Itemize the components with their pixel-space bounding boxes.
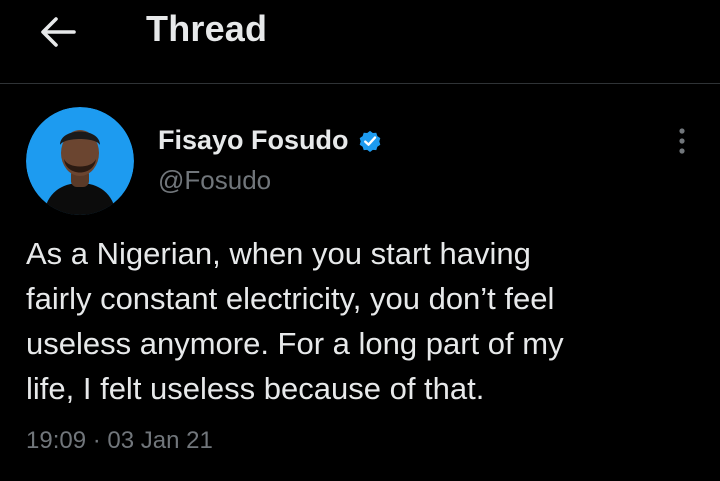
avatar[interactable] bbox=[26, 107, 134, 215]
back-button[interactable] bbox=[30, 10, 86, 54]
tweet-date[interactable]: 03 Jan 21 bbox=[107, 427, 212, 454]
thread-header: Thread bbox=[0, 0, 720, 84]
tweet-time[interactable]: 19:09 bbox=[26, 427, 86, 454]
author-name-row[interactable]: Fisayo Fosudo bbox=[158, 125, 383, 156]
page-title: Thread bbox=[146, 8, 268, 49]
tweet-text: As a Nigerian, when you start having fai… bbox=[26, 236, 564, 406]
avatar-photo bbox=[26, 107, 134, 215]
author-handle[interactable]: @Fosudo bbox=[158, 165, 271, 196]
tweet[interactable]: Fisayo Fosudo @Fosudo As a Nigerian, whe… bbox=[0, 85, 720, 481]
more-vertical-icon bbox=[679, 128, 685, 154]
verified-badge-icon bbox=[357, 128, 383, 154]
tweet-timestamp[interactable]: 19:09 · 03 Jan 21 bbox=[26, 427, 213, 455]
arrow-left-icon bbox=[41, 17, 76, 47]
more-options-button[interactable] bbox=[662, 123, 702, 159]
meta-separator: · bbox=[92, 427, 101, 454]
author-display-name[interactable]: Fisayo Fosudo bbox=[158, 125, 349, 156]
